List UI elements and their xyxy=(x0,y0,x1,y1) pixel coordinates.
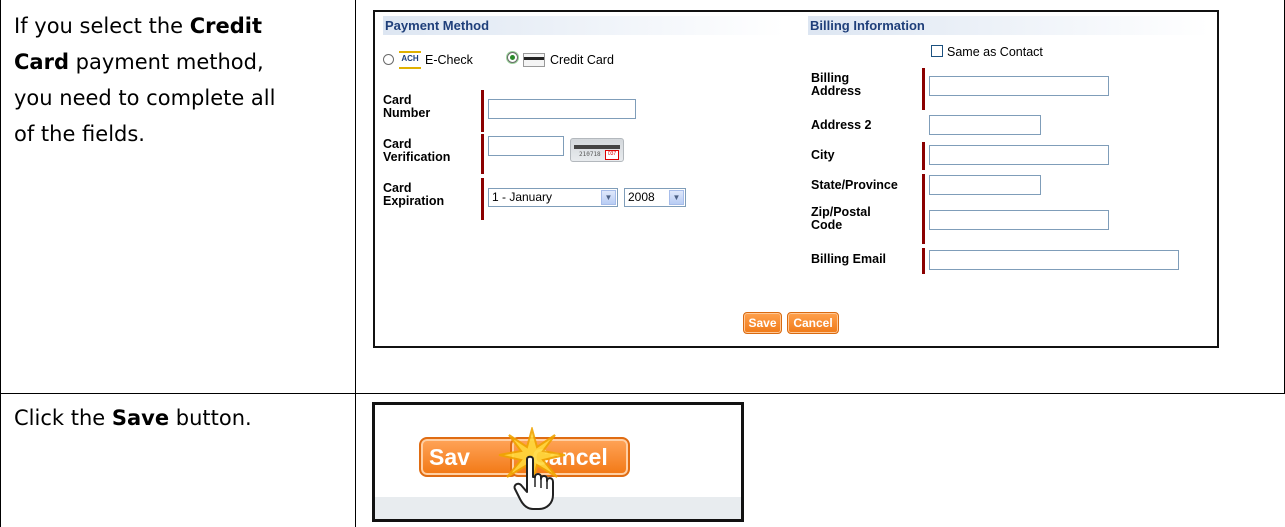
label-line: Number xyxy=(383,106,431,120)
card-verification-label: Card Verification xyxy=(383,138,450,164)
credit-card-radio[interactable] xyxy=(507,52,518,63)
instruction-text: you need to complete all xyxy=(14,86,276,110)
instruction-emphasis: Save xyxy=(111,406,170,430)
same-as-contact-label: Same as Contact xyxy=(947,45,1043,59)
instruction-emphasis: Card xyxy=(14,50,69,74)
zip-postal-code-input[interactable] xyxy=(929,210,1109,230)
required-marker xyxy=(922,142,925,170)
table-column-divider xyxy=(355,0,356,527)
billing-email-input[interactable] xyxy=(929,250,1179,270)
save-button[interactable]: Save xyxy=(743,312,782,334)
instruction-text: Click the xyxy=(14,406,112,430)
payment-method-header: Payment Method xyxy=(383,16,785,35)
echeck-label: E-Check xyxy=(425,53,473,67)
selected-value: 2008 xyxy=(628,190,655,204)
instruction-text: of the fields. xyxy=(14,122,145,146)
instruction-text: If you select the xyxy=(14,14,190,38)
required-marker xyxy=(481,178,484,220)
instruction-text: button. xyxy=(169,406,252,430)
required-marker xyxy=(922,68,925,110)
required-marker xyxy=(922,202,925,244)
required-marker xyxy=(481,134,484,174)
address-2-input[interactable] xyxy=(929,115,1041,135)
label-line: Verification xyxy=(383,150,451,164)
chevron-down-icon[interactable]: ▼ xyxy=(601,190,616,205)
cvv-help-image: 210718 037 xyxy=(570,138,624,162)
card-verification-input[interactable] xyxy=(488,136,564,156)
card-number-input[interactable] xyxy=(488,99,636,119)
echeck-radio[interactable] xyxy=(383,54,394,65)
label-line: Code xyxy=(811,218,843,232)
required-marker xyxy=(922,248,925,274)
billing-address-label: Billing Address xyxy=(811,72,861,98)
required-marker xyxy=(481,90,484,132)
ach-icon: ACH xyxy=(399,51,421,69)
cancel-button[interactable]: Cancel xyxy=(787,312,839,334)
card-expiration-label: Card Expiration xyxy=(383,182,444,208)
label-line: Expiration xyxy=(383,194,445,208)
address-2-label: Address 2 xyxy=(811,118,872,132)
instruction-emphasis: Credit xyxy=(189,14,263,38)
selected-value: 1 - January xyxy=(492,190,553,204)
payment-form-screenshot: Payment Method ACH E-Check Credit Card C… xyxy=(373,10,1219,348)
billing-email-label: Billing Email xyxy=(811,252,887,266)
instruction-row-2: Click the Save button. xyxy=(14,400,252,436)
hand-pointer-icon xyxy=(513,455,554,510)
card-number-label: Card Number xyxy=(383,94,430,120)
instruction-row-1: If you select the Credit Card payment me… xyxy=(14,8,275,152)
instruction-text: payment method, xyxy=(68,50,264,74)
expiration-month-select[interactable]: 1 - January ▼ xyxy=(488,188,618,207)
label-line: Address xyxy=(811,84,862,98)
billing-address-input[interactable] xyxy=(929,76,1109,96)
table-row-divider xyxy=(0,393,1285,394)
city-label: City xyxy=(811,148,835,162)
credit-card-icon xyxy=(523,53,545,67)
state-province-label: State/Province xyxy=(811,178,898,192)
save-click-screenshot: Sav Cancel xyxy=(372,402,744,522)
billing-info-header: Billing Information xyxy=(808,16,1210,35)
cvv-sample-number: 210718 xyxy=(579,151,601,158)
zip-postal-code-label: Zip/Postal Code xyxy=(811,206,871,232)
credit-card-label: Credit Card xyxy=(550,53,614,67)
required-marker xyxy=(922,174,925,202)
cvv-sample-code: 037 xyxy=(605,150,619,160)
same-as-contact-checkbox[interactable] xyxy=(931,45,943,57)
city-input[interactable] xyxy=(929,145,1109,165)
chevron-down-icon[interactable]: ▼ xyxy=(669,190,684,205)
state-province-input[interactable] xyxy=(929,175,1041,195)
table-border-left xyxy=(0,0,1,527)
expiration-year-select[interactable]: 2008 ▼ xyxy=(624,188,686,207)
